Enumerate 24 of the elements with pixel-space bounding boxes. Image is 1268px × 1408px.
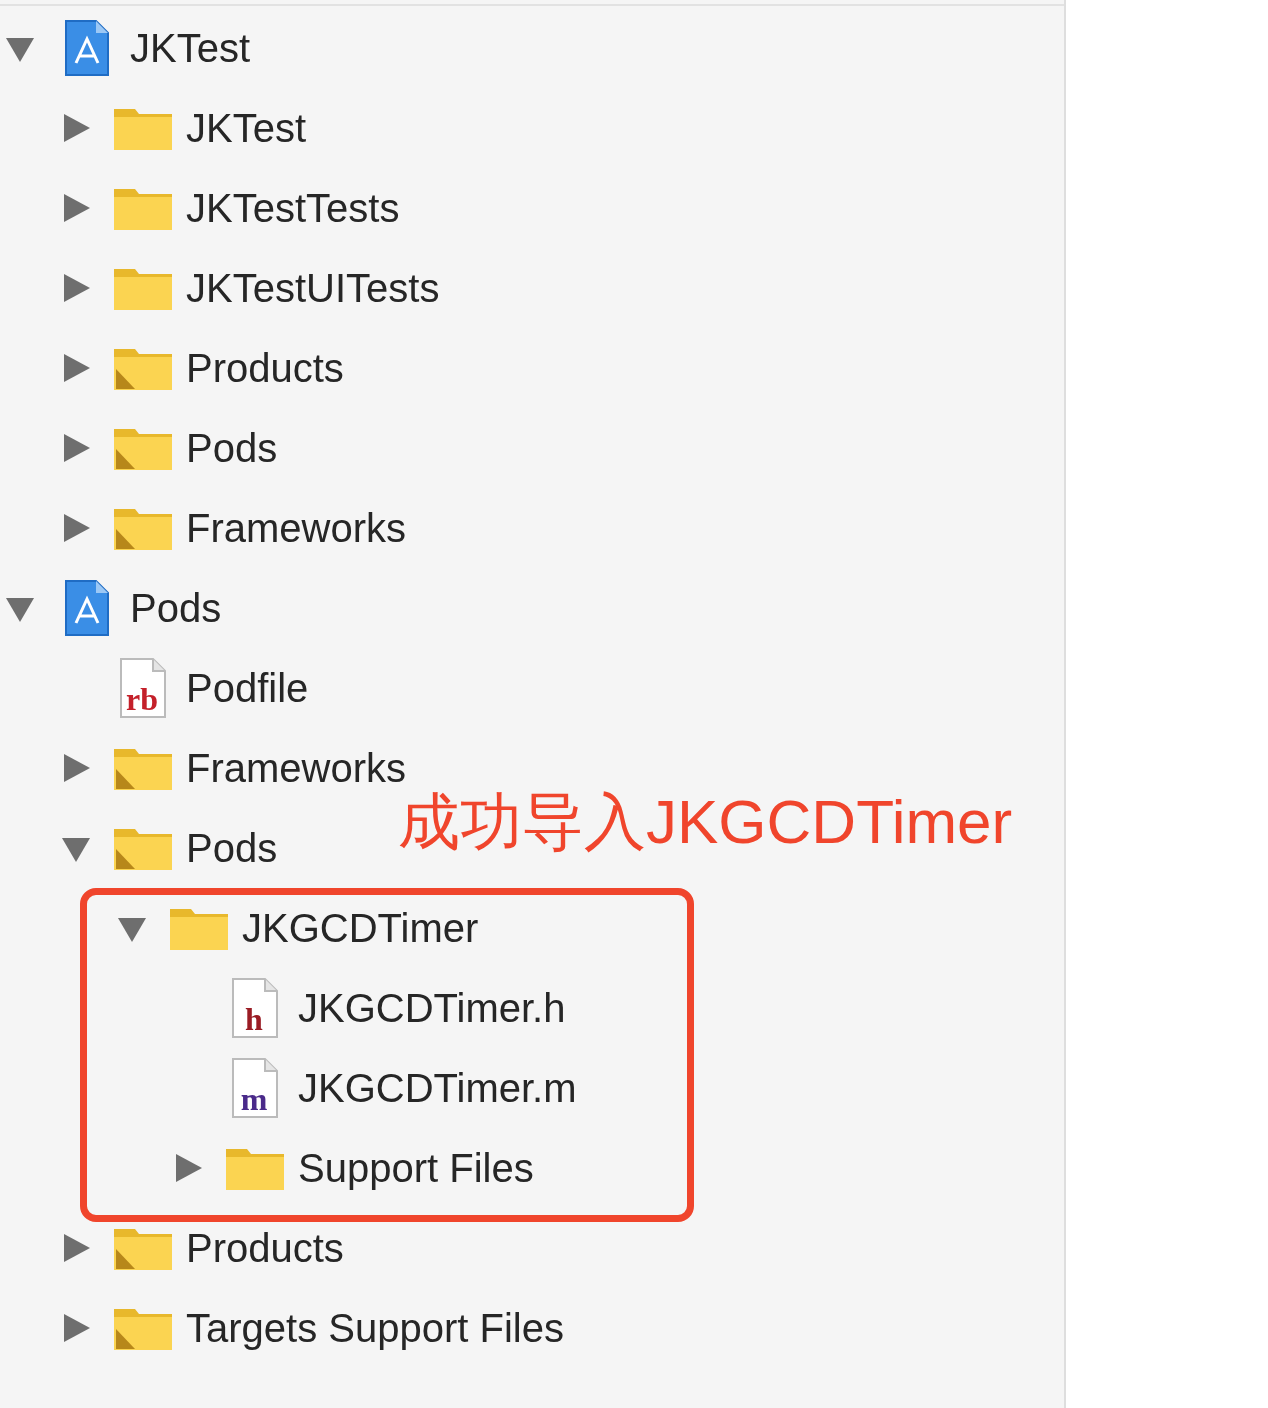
tree-item-label[interactable]: JKGCDTimer.m [298, 1065, 577, 1111]
tree-item-label[interactable]: Products [186, 345, 344, 391]
tree-item-label[interactable]: JKTest [130, 25, 251, 71]
file-type-label: m [239, 1083, 269, 1115]
document-icon [231, 1057, 279, 1119]
tree-item-label[interactable]: Support Files [298, 1145, 534, 1191]
document-icon [119, 657, 167, 719]
tree-item-label[interactable]: JKGCDTimer.h [298, 985, 566, 1031]
document-icon [231, 977, 279, 1039]
project-icon [64, 579, 110, 637]
tree-item-label[interactable]: Products [186, 1225, 344, 1271]
tree-item-label[interactable]: Pods [186, 825, 278, 871]
project-icon [64, 19, 110, 77]
tree-item-label[interactable]: Pods [130, 585, 222, 631]
tree-item-label[interactable]: JKGCDTimer [242, 905, 479, 951]
tree-item-label[interactable]: Frameworks [186, 505, 407, 551]
tree-item-label[interactable]: Podfile [186, 665, 309, 711]
file-type-label: h [244, 1003, 264, 1035]
tree-item-label[interactable]: JKTest [186, 105, 307, 151]
tree-item-label[interactable]: Targets Support Files [186, 1305, 564, 1351]
tree-item-label[interactable]: Pods [186, 425, 278, 471]
tree-item-label[interactable]: JKTestUITests [186, 265, 440, 311]
tree-item-label[interactable]: JKTestTests [186, 185, 400, 231]
file-type-label: rb [125, 683, 159, 715]
